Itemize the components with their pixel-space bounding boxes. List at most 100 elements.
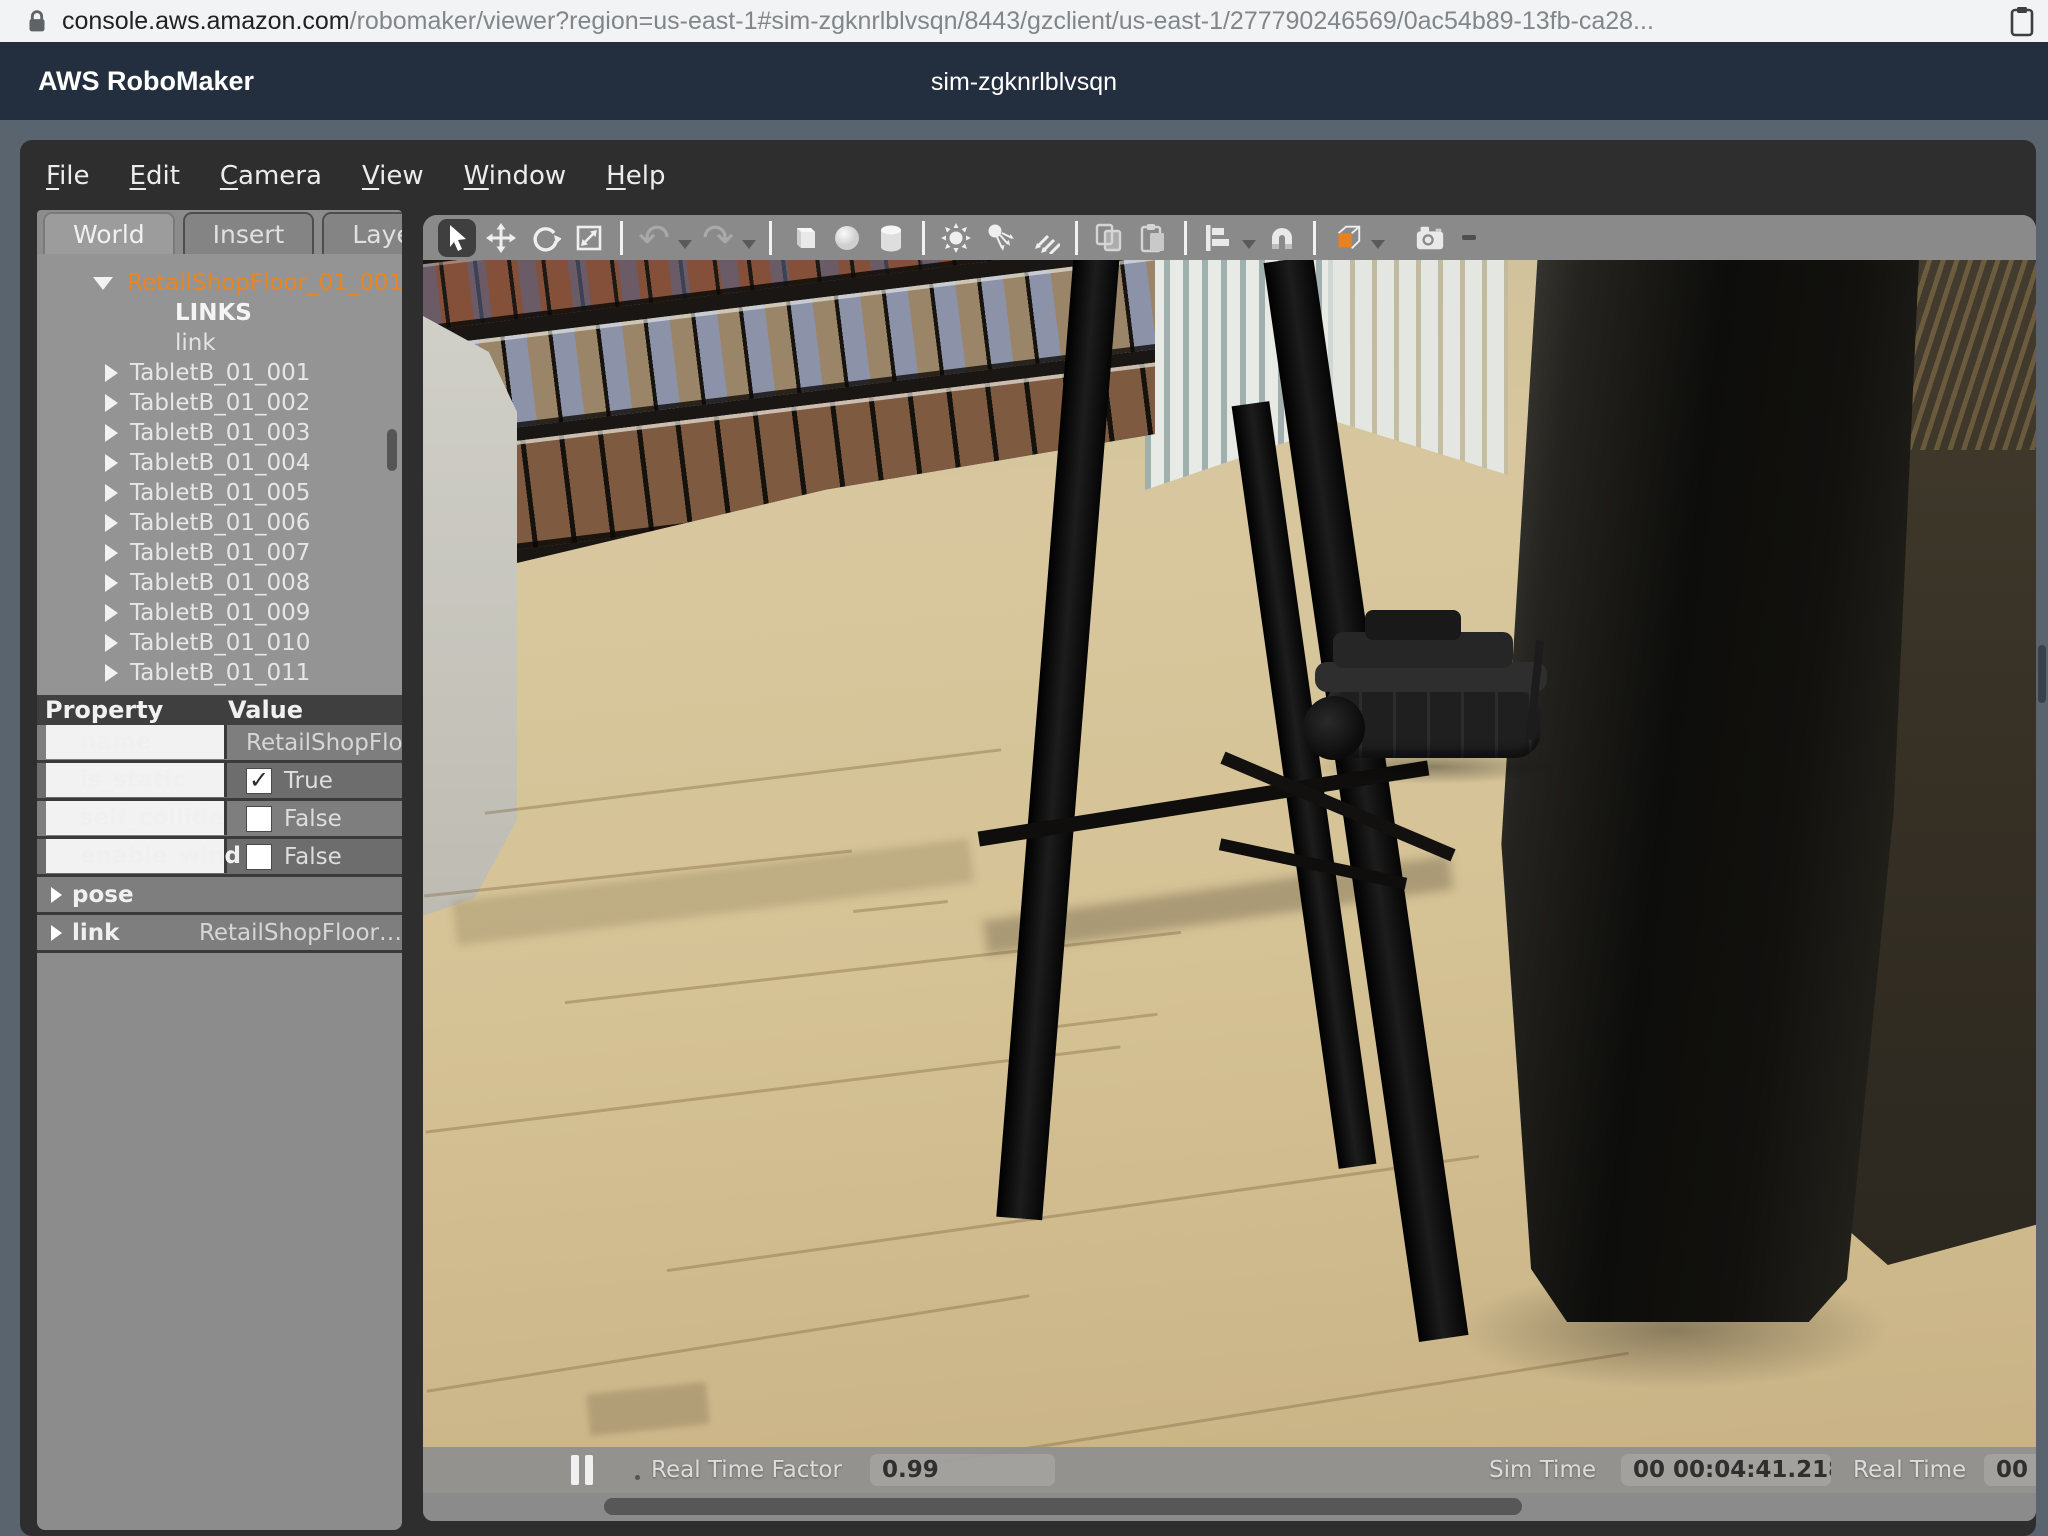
floor-plank-line <box>427 1294 1030 1392</box>
property-row-self-collide[interactable]: self_collide False <box>37 801 402 839</box>
expand-icon[interactable] <box>105 664 118 682</box>
menu-help[interactable]: Help <box>606 161 665 191</box>
expand-icon[interactable] <box>105 364 118 382</box>
gazebo-toolbar <box>423 215 2036 260</box>
tab-layers[interactable]: Layers <box>322 212 402 254</box>
simulation-title: sim-zgknrlblvsqn <box>0 68 2048 97</box>
expand-icon[interactable] <box>105 514 118 532</box>
shelf-floor-shadow <box>452 838 973 945</box>
tab-insert[interactable]: Insert <box>183 212 315 254</box>
magazine-shelf <box>423 260 1155 608</box>
expand-icon[interactable] <box>105 604 118 622</box>
world-panel: World Insert Layers RetailShopFloor_01_0… <box>37 210 402 1530</box>
property-row-name[interactable]: name RetailShopFloor… <box>37 725 402 763</box>
property-row-is-static[interactable]: is_static True <box>37 763 402 801</box>
snap-magnet-icon[interactable] <box>1263 219 1301 257</box>
tree-item-tabletb-009[interactable]: TabletB_01_009 <box>37 598 402 628</box>
toolbar-separator <box>1075 221 1078 255</box>
paste-icon[interactable] <box>1134 219 1172 257</box>
align-caret-icon[interactable] <box>1242 240 1256 249</box>
floor-plank-line <box>853 900 948 913</box>
menu-edit[interactable]: Edit <box>130 161 180 191</box>
lock-icon[interactable] <box>22 6 52 36</box>
cylinder-shape-icon[interactable] <box>872 219 910 257</box>
property-row-pose[interactable]: pose <box>37 877 402 915</box>
rotate-tool-icon[interactable] <box>526 219 564 257</box>
rtf-value: 0.99 <box>870 1454 1055 1486</box>
directional-light-icon[interactable] <box>1025 219 1063 257</box>
screenshot-canvas: console.aws.amazon.com/robomaker/viewer?… <box>0 0 2048 1536</box>
tree-item-tabletb-004[interactable]: TabletB_01_004 <box>37 448 402 478</box>
tree-item-tabletb-005[interactable]: TabletB_01_005 <box>37 478 402 508</box>
menu-window[interactable]: Window <box>464 161 567 191</box>
expand-icon[interactable] <box>105 574 118 592</box>
property-row-enable-wind[interactable]: enable_wind False <box>37 839 402 877</box>
tree-item-tabletb-003[interactable]: TabletB_01_003 <box>37 418 402 448</box>
panel-tabs: World Insert Layers <box>43 212 402 254</box>
property-row-link[interactable]: link RetailShopFloor… <box>37 915 402 953</box>
redo-icon[interactable] <box>699 219 737 257</box>
tree-item-tabletb-008[interactable]: TabletB_01_008 <box>37 568 402 598</box>
tree-item-tabletb-002[interactable]: TabletB_01_002 <box>37 388 402 418</box>
select-tool-icon[interactable] <box>438 219 476 257</box>
redo-history-caret-icon[interactable] <box>742 240 756 249</box>
translate-tool-icon[interactable] <box>482 219 520 257</box>
tree-item-tabletb-001[interactable]: TabletB_01_001 <box>37 358 402 388</box>
menu-file[interactable]: File <box>46 161 90 191</box>
url-text[interactable]: console.aws.amazon.com/robomaker/viewer?… <box>62 7 1654 36</box>
tree-item-root[interactable]: RetailShopFloor_01_001 <box>37 268 402 298</box>
simulation-status-bar: Real Time Factor 0.99 Sim Time 00 00:04:… <box>423 1447 2036 1493</box>
robot <box>1303 610 1565 788</box>
tree-item-link[interactable]: link <box>37 328 402 358</box>
world-tree: RetailShopFloor_01_001 LINKS link Tablet… <box>37 254 402 695</box>
screenshot-camera-icon[interactable] <box>1411 219 1449 257</box>
table-leg-pillar <box>1495 260 1919 1322</box>
clipboard-icon[interactable] <box>2006 5 2038 37</box>
undo-icon[interactable] <box>635 219 673 257</box>
3d-viewport[interactable] <box>423 260 2036 1493</box>
floor-shadow-patch <box>586 1382 710 1436</box>
pause-button[interactable] <box>571 1455 597 1485</box>
point-light-icon[interactable] <box>937 219 975 257</box>
real-time-label: Real Time <box>1853 1457 1966 1483</box>
scale-tool-icon[interactable] <box>570 219 608 257</box>
expand-icon[interactable] <box>105 454 118 472</box>
expand-icon[interactable] <box>51 887 62 903</box>
expand-icon[interactable] <box>105 634 118 652</box>
copy-icon[interactable] <box>1090 219 1128 257</box>
view-angle-caret-icon[interactable] <box>1371 240 1385 249</box>
tree-scrollbar[interactable] <box>387 429 397 471</box>
page-scrollbar-handle[interactable] <box>2038 645 2046 703</box>
collapse-icon[interactable] <box>93 277 113 290</box>
viewport-hscrollbar[interactable] <box>423 1493 2036 1521</box>
toolbar-separator <box>1313 221 1316 255</box>
tree-item-tabletb-007[interactable]: TabletB_01_007 <box>37 538 402 568</box>
menu-view[interactable]: View <box>362 161 424 191</box>
expand-icon[interactable] <box>51 925 62 941</box>
browser-url-bar[interactable]: console.aws.amazon.com/robomaker/viewer?… <box>0 0 2048 43</box>
expand-icon[interactable] <box>105 484 118 502</box>
tab-world[interactable]: World <box>43 212 175 254</box>
expand-icon[interactable] <box>105 394 118 412</box>
align-tool-icon[interactable] <box>1199 219 1237 257</box>
box-shape-icon[interactable] <box>784 219 822 257</box>
undo-history-caret-icon[interactable] <box>678 240 692 249</box>
menu-camera[interactable]: Camera <box>220 161 322 191</box>
tree-item-tabletb-011[interactable]: TabletB_01_011 <box>37 658 402 688</box>
self-collide-checkbox[interactable] <box>246 806 272 832</box>
spot-light-icon[interactable] <box>981 219 1019 257</box>
tree-item-tabletb-006[interactable]: TabletB_01_006 <box>37 508 402 538</box>
tree-item-tabletb-010[interactable]: TabletB_01_010 <box>37 628 402 658</box>
expand-icon[interactable] <box>105 424 118 442</box>
record-log-icon[interactable] <box>1462 235 1476 240</box>
enable-wind-checkbox[interactable] <box>246 844 272 870</box>
floor-plank-line <box>565 931 1181 1004</box>
view-angle-icon[interactable] <box>1328 219 1366 257</box>
expand-icon[interactable] <box>105 544 118 562</box>
is-static-checkbox[interactable] <box>246 768 272 794</box>
url-domain: console.aws.amazon.com <box>62 7 350 35</box>
tree-links-header[interactable]: LINKS <box>37 298 402 328</box>
hscrollbar-handle[interactable] <box>604 1498 1522 1515</box>
toolbar-separator <box>1184 221 1187 255</box>
sphere-shape-icon[interactable] <box>828 219 866 257</box>
